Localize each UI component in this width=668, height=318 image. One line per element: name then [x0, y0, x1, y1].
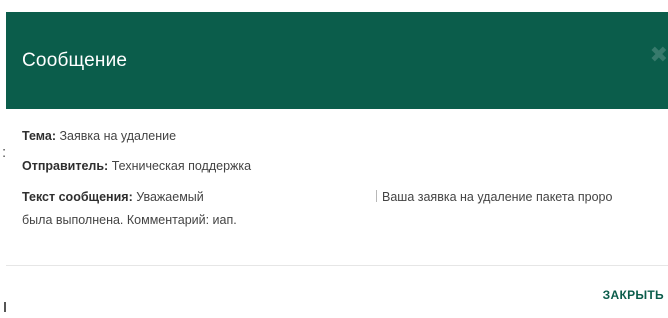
sender-field: Отправитель: Техническая поддержка — [22, 159, 251, 173]
message-text-line2-value: была выполнена. Комментарий: иап. — [22, 213, 237, 227]
message-text-line2: была выполнена. Комментарий: иап. — [22, 213, 237, 227]
subject-label: Тема: — [22, 129, 56, 143]
subject-value: Заявка на удаление — [59, 129, 177, 143]
message-text-continuation: Ваша заявка на удаление пакета проро — [376, 190, 612, 204]
subject-field: Тема: Заявка на удаление — [22, 129, 176, 143]
dialog-title: Сообщение — [22, 50, 128, 71]
sender-value: Техническая поддержка — [111, 159, 252, 173]
close-button[interactable]: ЗАКРЫТЬ — [603, 288, 664, 302]
message-text-start: Уважаемый — [136, 190, 204, 204]
message-dialog: Сообщение ✖ Тема: Заявка на удаление Отп… — [6, 12, 668, 318]
dialog-header: Сообщение ✖ — [6, 12, 668, 109]
footer-divider — [6, 265, 668, 266]
message-text-label: Текст сообщения: — [22, 190, 133, 204]
text-cursor-mark — [376, 190, 377, 202]
message-text-right: Ваша заявка на удаление пакета проро — [382, 190, 613, 204]
sender-label: Отправитель: — [22, 159, 109, 173]
close-icon[interactable]: ✖ — [650, 44, 668, 66]
screen: : Сообщение ✖ Тема: Заявка на удаление О… — [0, 0, 668, 318]
message-text-field: Текст сообщения: Уважаемый — [22, 190, 204, 204]
